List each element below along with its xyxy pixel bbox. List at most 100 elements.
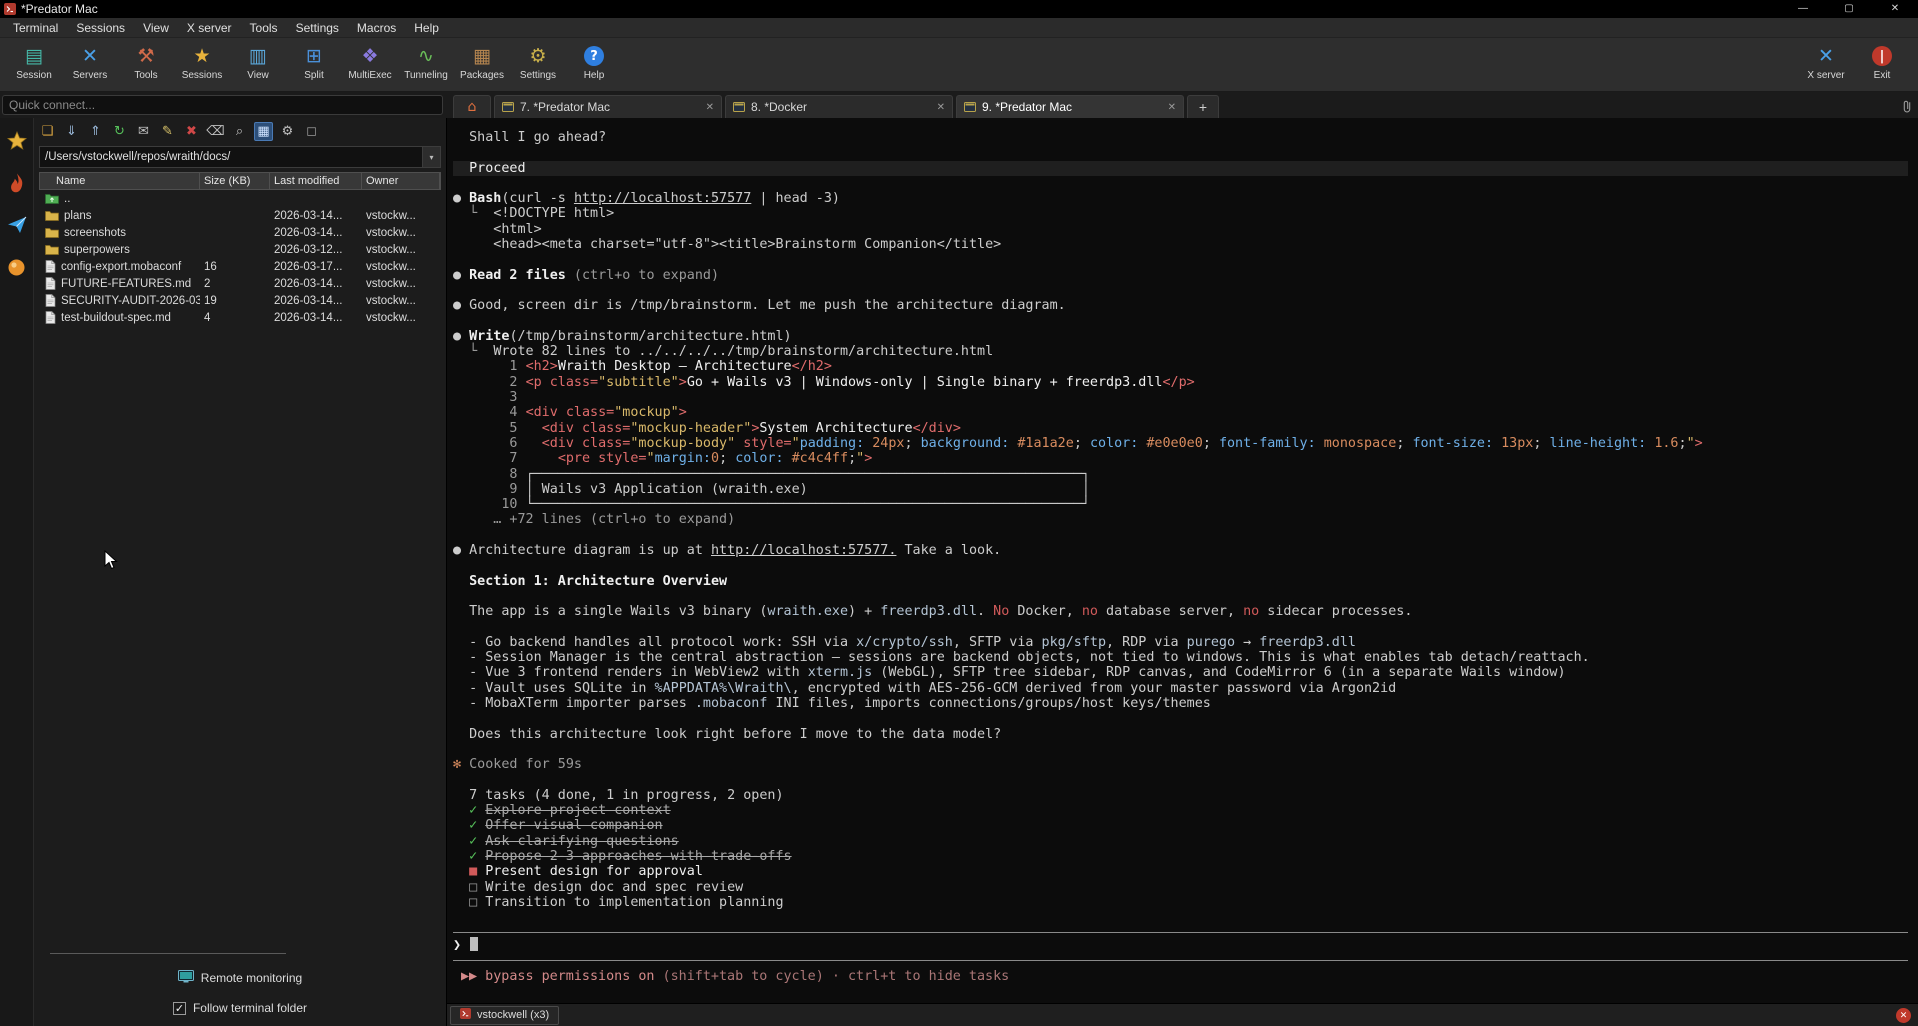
terminal-line (453, 772, 1918, 787)
grid-view-icon[interactable]: ▦ (254, 122, 273, 141)
delete-icon[interactable]: ✖ (182, 122, 201, 141)
refresh-icon[interactable]: ↻ (110, 122, 129, 141)
file-row-security-audit-2026-03-1[interactable]: SECURITY-AUDIT-2026-03-1...192026-03-14.… (40, 292, 441, 309)
file-row-plans[interactable]: plans2026-03-14...vstockw... (40, 207, 441, 224)
file-row-screenshots[interactable]: screenshots2026-03-14...vstockw... (40, 224, 441, 241)
menu-sessions[interactable]: Sessions (67, 18, 134, 38)
terminal-link[interactable]: http://localhost:57577. (711, 543, 896, 558)
toolbar-packages-button[interactable]: ▦Packages (454, 41, 510, 91)
menu-terminal[interactable]: Terminal (4, 18, 67, 38)
titlebar: *Predator Mac —▢✕ (0, 0, 1918, 18)
exit-icon: | (1872, 46, 1892, 66)
menu-view[interactable]: View (134, 18, 178, 38)
column-header-last-modified[interactable]: Last modified (270, 173, 362, 189)
toolbar-multiexec-button[interactable]: ❖MultiExec (342, 41, 398, 91)
toolbar-tunneling-button[interactable]: ∿Tunneling (398, 41, 454, 91)
terminal-link[interactable]: http://localhost:57577 (574, 191, 751, 206)
toolbar-servers-button[interactable]: ✕Servers (62, 41, 118, 91)
sessions-star-icon[interactable] (6, 130, 28, 152)
follow-terminal-folder-checkbox[interactable]: ✓ Follow terminal folder (34, 1001, 446, 1015)
file-row-superpowers[interactable]: superpowers2026-03-12...vstockw... (40, 241, 441, 258)
column-header-name[interactable]: Name (40, 173, 200, 189)
search-icon[interactable]: ⌕ (230, 122, 249, 141)
toolbar-exit-button[interactable]: |Exit (1854, 41, 1910, 91)
download-icon[interactable]: ⇓ (62, 122, 81, 141)
toolbar-sessions-button[interactable]: ★Sessions (174, 41, 230, 91)
close-icon: ✕ (1900, 1011, 1908, 1021)
close-button[interactable]: ✕ (1872, 0, 1918, 18)
toolbar-view-button[interactable]: ▥View (230, 41, 286, 91)
terminal-line: Does this architecture look right before… (453, 727, 1918, 742)
toolbar-help-button[interactable]: ?Help (566, 41, 622, 91)
menu-help[interactable]: Help (405, 18, 448, 38)
terminal-line: <head><meta charset="utf-8"><title>Brain… (453, 237, 1918, 252)
quick-connect-input[interactable] (2, 95, 443, 115)
toolbar-tools-button[interactable]: ⚒Tools (118, 41, 174, 91)
sftp-ball-icon[interactable] (6, 256, 28, 278)
edit-icon[interactable]: ✎ (158, 122, 177, 141)
toolbar-settings-button[interactable]: ⚙Settings (510, 41, 566, 91)
menu-tools[interactable]: Tools (241, 18, 287, 38)
file-name: plans (64, 210, 92, 222)
tab-close-icon[interactable]: ✕ (706, 102, 714, 113)
selected-option-proceed[interactable]: Proceed (453, 161, 1908, 176)
session-tab-icon (964, 102, 976, 112)
close-terminal-button[interactable]: ✕ (1896, 1008, 1911, 1023)
clean-icon[interactable]: ⌫ (206, 122, 225, 141)
file-row-future-features-md[interactable]: FUTURE-FEATURES.md22026-03-14...vstockw.… (40, 275, 441, 292)
toolbar-label: Settings (520, 70, 556, 81)
menu-settings[interactable]: Settings (287, 18, 348, 38)
terminal-line: 7 <pre style="margin:0; color: #c4c4ff;"… (453, 451, 1918, 466)
tab-7-predator-mac[interactable]: 7. *Predator Mac✕ (494, 95, 722, 118)
tab-close-icon[interactable]: ✕ (937, 102, 945, 113)
terminal-input-box[interactable]: ❯ (453, 932, 1908, 961)
file-owner: vstockw... (362, 210, 441, 222)
column-header-size-kb[interactable]: Size (KB) (200, 173, 270, 189)
terminal-output[interactable]: Shall I go ahead? Proceed● Bash(curl -s … (447, 118, 1918, 924)
app-icon (4, 3, 16, 15)
prompt-chevron: ❯ (453, 938, 461, 953)
toolbar-session-button[interactable]: ▤Session (6, 41, 62, 91)
column-header-owner[interactable]: Owner (362, 173, 440, 189)
blank-icon[interactable]: ◻ (302, 122, 321, 141)
new-tab-button[interactable]: + (1187, 95, 1219, 118)
remote-monitoring-button[interactable]: Remote monitoring (34, 970, 446, 986)
maximize-button[interactable]: ▢ (1826, 0, 1872, 18)
mail-icon[interactable]: ✉ (134, 122, 153, 141)
toolbar-label: Tunneling (404, 70, 448, 81)
file-row-[interactable]: .. (40, 190, 441, 207)
macros-plane-icon[interactable] (6, 214, 28, 236)
bottom-session-tab[interactable]: vstockwell (x3) (450, 1006, 559, 1025)
terminal-line (453, 252, 1918, 267)
menu-macros[interactable]: Macros (348, 18, 405, 38)
tab-close-icon[interactable]: ✕ (1168, 102, 1176, 113)
tab-home[interactable]: ⌂ (453, 95, 491, 118)
attach-icon[interactable] (1901, 99, 1913, 114)
new-folder-icon[interactable]: ❏ (38, 122, 57, 141)
file-owner: vstockw... (362, 244, 441, 256)
tab-9-predator-mac[interactable]: 9. *Predator Mac✕ (956, 95, 1184, 118)
checkbox-check-icon: ✓ (175, 1003, 184, 1014)
file-name: screenshots (64, 227, 126, 239)
menu-x-server[interactable]: X server (178, 18, 241, 38)
terminal-line: □ Transition to implementation planning (453, 895, 1918, 910)
home-icon: ⌂ (468, 99, 477, 115)
path-input[interactable] (39, 146, 423, 168)
tab-8-docker[interactable]: 8. *Docker✕ (725, 95, 953, 118)
checkbox-icon: ✓ (173, 1002, 186, 1015)
toolbar-split-button[interactable]: ⊞Split (286, 41, 342, 91)
toolbar: ▤Session✕Servers⚒Tools★Sessions▥View⊞Spl… (0, 38, 1918, 92)
terminal-cursor (470, 937, 478, 951)
status-line: ▶▶ bypass permissions on (shift+tab to c… (447, 961, 1918, 1003)
upload-icon[interactable]: ⇑ (86, 122, 105, 141)
settings-wrench-icon[interactable]: ⚙ (278, 122, 297, 141)
terminal-line (453, 711, 1918, 726)
tools-flame-icon[interactable] (6, 172, 28, 194)
file-row-config-export-mobaconf[interactable]: config-export.mobaconf162026-03-17...vst… (40, 258, 441, 275)
file-row-test-buildout-spec-md[interactable]: test-buildout-spec.md42026-03-14...vstoc… (40, 309, 441, 326)
file-name: superpowers (64, 244, 130, 256)
terminal-line: 3 (453, 390, 1918, 405)
toolbar-x-server-button[interactable]: ✕X server (1798, 41, 1854, 91)
minimize-button[interactable]: — (1780, 0, 1826, 18)
path-dropdown-button[interactable]: ▾ (423, 146, 441, 168)
